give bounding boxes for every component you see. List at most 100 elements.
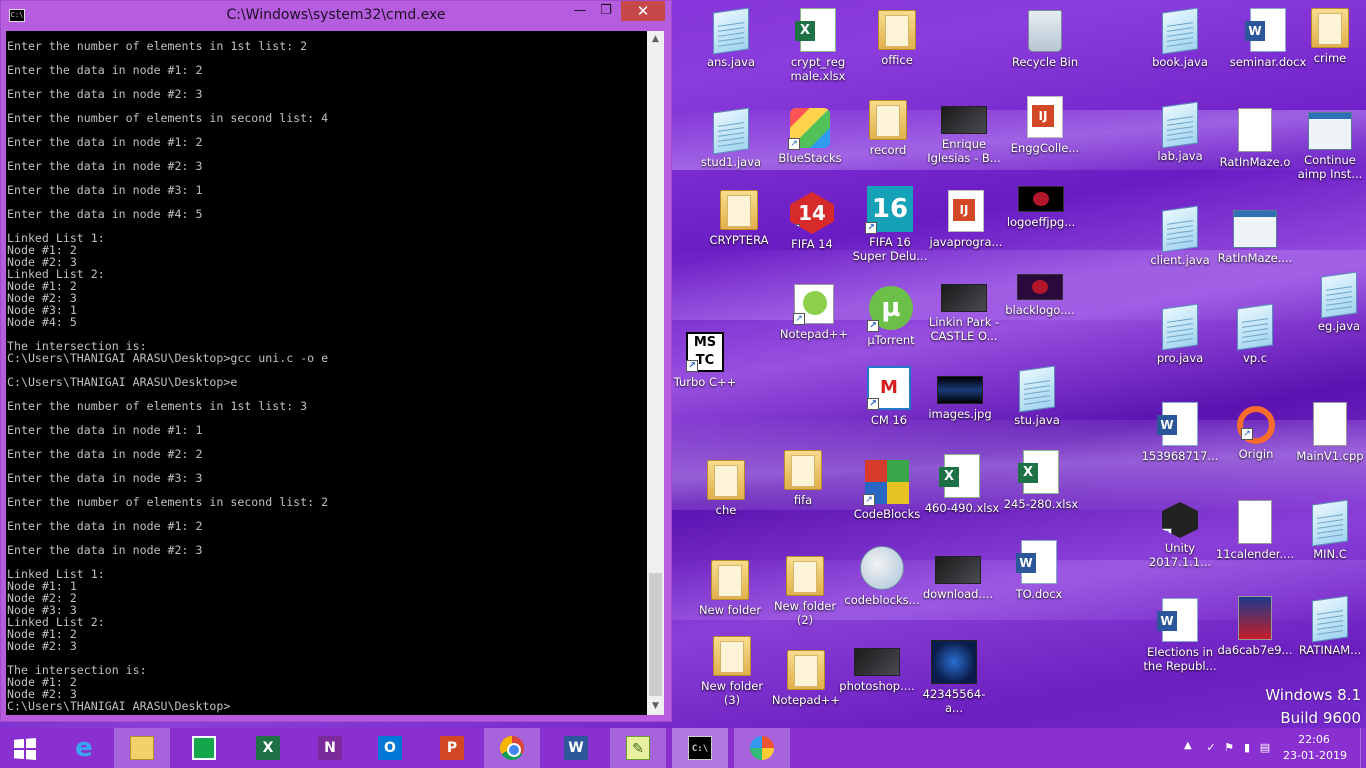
desktop-icon-stud1-java[interactable]: stud1.java	[691, 107, 771, 169]
scroll-up-arrow-icon[interactable]: ▲	[647, 31, 664, 48]
show-hidden-icons-chevron-icon[interactable]: ▲	[1184, 740, 1192, 751]
taskbar-powerpoint[interactable]: P	[424, 728, 480, 768]
desktop-icon-stu-java[interactable]: stu.java	[997, 365, 1077, 427]
network-status-icon[interactable]: ✓	[1204, 741, 1218, 755]
desktop-icon-javaprogra[interactable]: javaprogra...	[926, 190, 1006, 249]
desktop-icon-eg-java[interactable]: eg.java	[1299, 271, 1366, 333]
taskbar-outlook[interactable]: O	[362, 728, 418, 768]
desktop-icon-photoshop[interactable]: photoshop....	[837, 638, 917, 693]
desktop-icon-new-folder-2[interactable]: New folder (2)	[765, 556, 845, 627]
origin-icon: ↗	[1237, 406, 1275, 444]
desktop-icon-recycle-bin[interactable]: Recycle Bin	[1005, 10, 1085, 69]
desktop-icon-ratinmaze-o[interactable]: RatInMaze.o	[1215, 108, 1295, 169]
maximize-button[interactable]: ❐	[593, 1, 619, 21]
desktop-icon-img42345564[interactable]: 42345564-a...	[914, 640, 994, 715]
desktop-icon-book-java[interactable]: book.java	[1140, 7, 1220, 69]
desktop-icon-crypt-reg-male[interactable]: crypt_reg male.xlsx	[778, 8, 858, 83]
scroll-thumb[interactable]	[649, 573, 662, 696]
desktop-icon-office[interactable]: office	[857, 10, 937, 67]
console-line: Enter the data in node #2: 2	[7, 447, 203, 461]
taskbar-notepadpp[interactable]: ✎	[610, 728, 666, 768]
taskbar-internet-explorer[interactable]: e	[56, 728, 112, 768]
desktop-icon-unity[interactable]: ↗ Unity 2017.1.1...	[1140, 498, 1220, 569]
desktop-icon-new-folder-3[interactable]: New folder (3)	[692, 636, 772, 707]
desktop-icon-download[interactable]: download....	[918, 546, 998, 601]
minimize-button[interactable]: —	[567, 1, 593, 21]
desktop-icon-record[interactable]: record	[848, 100, 928, 157]
show-desktop-button[interactable]	[1360, 728, 1366, 768]
onenote-icon: N	[318, 736, 342, 760]
taskbar-file-explorer[interactable]	[114, 728, 170, 768]
desktop-icon-ans-java[interactable]: ans.java	[691, 7, 771, 69]
desktop-icon-continue-aimp[interactable]: Continue aimp Inst...	[1290, 108, 1366, 181]
clock-time[interactable]: 22:06	[1284, 733, 1344, 747]
desktop-icon-mainv1-cpp[interactable]: MainV1.cpp	[1290, 402, 1366, 463]
desktop-icon-cm16[interactable]: M ↗ CM 16	[849, 366, 929, 427]
desktop-icon-logoeffjpg[interactable]: logoeffjpg...	[1001, 174, 1081, 229]
chrome-icon	[500, 736, 524, 760]
desktop-icon-codeblocks[interactable]: ↗ CodeBlocks	[847, 460, 927, 521]
desktop-icon-bluestacks[interactable]: ↗ BlueStacks	[770, 104, 850, 165]
video-file-icon	[941, 106, 987, 134]
action-center-flag-icon[interactable]: ⚑	[1222, 741, 1236, 755]
desktop-icon-che[interactable]: che	[686, 460, 766, 517]
desktop-icon-notepadpp2[interactable]: Notepad++	[766, 650, 846, 707]
desktop-icon-crime[interactable]: crime	[1290, 8, 1366, 65]
desktop-icon-to-docx[interactable]: TO.docx	[999, 540, 1079, 601]
desktop-icon-pro-java[interactable]: pro.java	[1140, 303, 1220, 365]
desktop-icon-images-jpg[interactable]: images.jpg	[920, 366, 1000, 421]
taskbar-paint[interactable]	[734, 728, 790, 768]
desktop-icon-origin[interactable]: ↗ Origin	[1216, 402, 1296, 461]
console-line: Enter the data in node #1: 1	[7, 423, 203, 437]
desktop-icon-calender11[interactable]: 11calender....	[1215, 500, 1295, 561]
desktop-icon-enrique[interactable]: Enrique Iglesias - B...	[924, 96, 1004, 165]
taskbar-cmd[interactable]: C:\	[672, 728, 728, 768]
desktop-icon-client-java[interactable]: client.java	[1140, 205, 1220, 267]
desktop-icon-fifa14[interactable]: 14 ↗ FIFA 14	[772, 192, 852, 251]
taskbar-store[interactable]	[176, 728, 232, 768]
taskbar-excel[interactable]: X	[240, 728, 296, 768]
desktop-icon-new-folder[interactable]: New folder	[690, 560, 770, 617]
taskbar-onenote[interactable]: N	[302, 728, 358, 768]
desktop-icon-lab-java[interactable]: lab.java	[1140, 101, 1220, 163]
desktop-icon-cryptera[interactable]: CRYPTERA	[699, 190, 779, 247]
signal-bars-icon[interactable]: ▤	[1258, 741, 1272, 755]
desktop-icon-linkin-park[interactable]: Linkin Park - CASTLE O...	[924, 274, 1004, 343]
desktop-icon-codeblocks2[interactable]: codeblocks...	[842, 546, 922, 607]
desktop-icon-da6cab7e9[interactable]: da6cab7e9...	[1215, 596, 1295, 657]
desktop-icon-xlsx245[interactable]: 245-280.xlsx	[1001, 450, 1081, 511]
image-file-icon	[1017, 274, 1063, 300]
desktop-icon-elections[interactable]: Elections in the Republ...	[1140, 598, 1220, 673]
desktop-icon-fifa16[interactable]: 16 ↗ FIFA 16 Super Delu...	[850, 186, 930, 263]
video-file-icon	[941, 284, 987, 312]
desktop-icon-min-c[interactable]: MIN.C	[1290, 499, 1366, 561]
desktop-icon-xlsx460[interactable]: 460-490.xlsx	[922, 454, 1002, 515]
desktop-icon-turbo-cpp[interactable]: MS TC ↗ Turbo C++	[665, 328, 745, 389]
turbo-cpp-icon: MS TC ↗	[686, 332, 724, 372]
start-button[interactable]	[0, 728, 56, 768]
close-button[interactable]: ✕	[621, 1, 665, 21]
desktop-icon-enggcolle[interactable]: EnggColle...	[1005, 96, 1085, 155]
desktop-icon-blacklogo[interactable]: blacklogo....	[1000, 262, 1080, 317]
desktop-icon-ratinmaze2[interactable]: RatInMaze....	[1215, 206, 1295, 265]
battery-icon[interactable]: ▮	[1240, 741, 1254, 755]
desktop-icon-doc153968717[interactable]: 153968717...	[1140, 402, 1220, 463]
desktop-icon-utorrent[interactable]: µ ↗ µTorrent	[851, 286, 931, 347]
cmd-titlebar[interactable]: C:\ C:\Windows\system32\cmd.exe — ❐ ✕	[1, 1, 671, 31]
desktop-icon-label: 11calender....	[1215, 547, 1295, 561]
console-output[interactable]: Enter the number of elements in 1st list…	[6, 31, 647, 715]
taskbar-word[interactable]: W	[548, 728, 604, 768]
desktop-icon-fifa[interactable]: fifa	[763, 450, 843, 507]
cmd-window[interactable]: C:\ C:\Windows\system32\cmd.exe — ❐ ✕ En…	[0, 0, 672, 722]
clock-date[interactable]: 23-01-2019	[1280, 749, 1350, 763]
java-file-icon	[1321, 271, 1357, 319]
desktop-icon-ratinam[interactable]: RATINAM...	[1290, 595, 1366, 657]
taskbar-chrome[interactable]	[484, 728, 540, 768]
desktop-icon-notepadpp[interactable]: ↗ Notepad++	[774, 282, 854, 341]
desktop-icon-vp-c[interactable]: vp.c	[1215, 303, 1295, 365]
console-line: Node #2: 3	[7, 639, 77, 653]
scroll-down-arrow-icon[interactable]: ▼	[647, 698, 664, 715]
vertical-scrollbar[interactable]: ▲ ▼	[647, 31, 664, 715]
excel-icon: X	[256, 736, 280, 760]
folder-icon	[713, 636, 751, 676]
